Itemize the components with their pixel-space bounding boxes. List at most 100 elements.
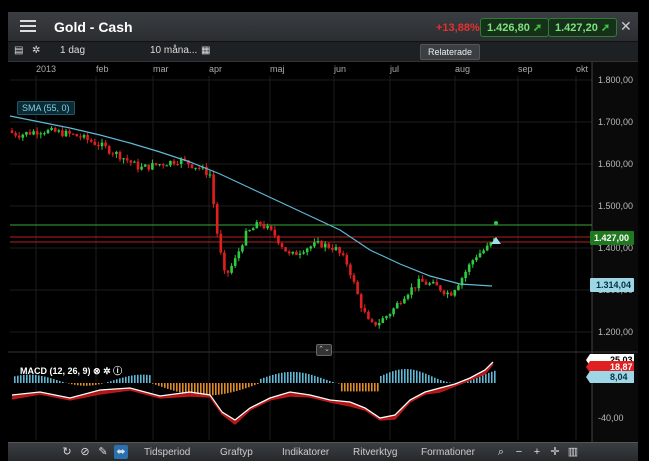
macd-histogram-bar <box>431 376 433 383</box>
macd-histogram-bar <box>383 374 385 383</box>
macd-histogram-bar <box>206 383 208 396</box>
candle-body <box>388 314 392 317</box>
candle-body <box>471 260 475 265</box>
candle-body <box>417 278 421 289</box>
macd-histogram-bar <box>341 383 343 392</box>
macd-histogram-bar <box>419 371 421 383</box>
candle-body <box>287 251 291 254</box>
macd-histogram-bar <box>470 380 472 383</box>
candle-body <box>431 281 435 284</box>
search-icon[interactable]: ⌕ <box>494 445 508 459</box>
macd-histogram-bar <box>83 383 85 386</box>
macd-histogram-bar <box>143 374 145 383</box>
candle-body <box>86 134 89 140</box>
macd-histogram-bar <box>401 369 403 383</box>
candle-body <box>374 321 377 326</box>
pencil-icon[interactable]: ✎ <box>96 445 110 459</box>
bar-chart-icon[interactable]: ▥ <box>566 445 580 459</box>
macd-histogram-bar <box>77 383 79 386</box>
tab-graftyp[interactable]: Graftyp <box>220 447 253 458</box>
info-icon[interactable]: ⓘ <box>113 366 122 376</box>
candle-body <box>35 131 39 135</box>
current-price-label: 1.427,00 <box>594 233 629 243</box>
macd-histogram-bar <box>296 371 298 383</box>
candle-body <box>39 133 43 135</box>
macd-histogram-bar <box>230 383 232 393</box>
macd-histogram-bar <box>41 375 43 383</box>
candle-body <box>424 281 428 285</box>
expand-icon[interactable]: ⌃⌄ <box>316 344 332 356</box>
macd-histogram-bar <box>110 381 112 383</box>
candle-body <box>233 258 237 266</box>
macd-histogram-bar <box>101 383 103 384</box>
macd-histogram-bar <box>140 374 142 383</box>
candle-body <box>320 240 323 248</box>
no-icon[interactable]: ⊘ <box>78 445 92 459</box>
macd-histogram-bar <box>269 375 271 383</box>
macd-histogram-bar <box>212 383 214 396</box>
macd-histogram-bar <box>299 372 301 383</box>
candle-body <box>161 164 165 166</box>
candle-body <box>316 240 320 243</box>
candle-body <box>464 271 467 279</box>
candle-body <box>435 281 439 286</box>
tab-ritverktyg[interactable]: Ritverktyg <box>353 447 397 458</box>
candle-body <box>485 245 489 251</box>
macd-histogram-bar <box>98 383 100 385</box>
macd-histogram-bar <box>329 380 331 383</box>
candle-body <box>107 146 111 154</box>
tab-formationer[interactable]: Formationer <box>421 447 475 458</box>
candle-body <box>251 228 255 231</box>
candle-body <box>151 163 154 170</box>
macd-histogram-bar <box>314 375 316 383</box>
macd-histogram-bar <box>287 371 289 383</box>
macd-histogram-bar <box>281 372 283 383</box>
macd-histogram-bar <box>371 383 373 392</box>
price-chart: 1.800,001.700,001.600,001.500,001.400,00… <box>8 62 638 442</box>
macd-histogram-bar <box>344 383 346 392</box>
gear-icon[interactable]: ✲ <box>103 366 111 376</box>
macd-histogram-bar <box>152 383 154 384</box>
candle-body <box>356 281 359 295</box>
candle-body <box>467 264 471 272</box>
candle-body <box>46 129 50 134</box>
sma-legend[interactable]: SMA (55, 0) <box>17 101 75 115</box>
macd-histogram-bar <box>395 370 397 383</box>
candle-body <box>140 166 143 170</box>
price-axis-label: 1.700,00 <box>598 117 633 127</box>
candle-body <box>392 308 395 315</box>
macd-histogram-bar <box>425 373 427 383</box>
candle-body <box>244 230 248 246</box>
candle-body <box>176 164 179 166</box>
macd-histogram-bar <box>482 375 484 383</box>
macd-histogram-bar <box>353 383 355 392</box>
macd-histogram-bar <box>302 372 304 383</box>
macd-histogram-bar <box>359 383 361 392</box>
macd-histogram-bar <box>134 375 136 383</box>
macd-histogram-bar <box>80 383 82 386</box>
crosshair-icon[interactable]: ✛ <box>548 445 562 459</box>
candle-body <box>421 278 424 282</box>
zoom-in-icon[interactable]: + <box>530 445 544 459</box>
zoom-out-icon[interactable]: − <box>512 445 526 459</box>
macd-histogram-bar <box>437 378 439 383</box>
candle-body <box>215 204 219 234</box>
candle-body <box>295 251 298 255</box>
macd-histogram-bar <box>161 383 163 387</box>
macd-histogram-bar <box>284 372 286 383</box>
macd-histogram-bar <box>323 378 325 383</box>
candle-body <box>377 322 381 326</box>
candle-body <box>359 294 363 309</box>
tab-tidsperiod[interactable]: Tidsperiod <box>144 447 190 458</box>
tab-indikatorer[interactable]: Indikatorer <box>282 447 329 458</box>
candle-body <box>226 270 230 273</box>
macd-histogram-bar <box>224 383 226 394</box>
close-icon[interactable]: ⊗ <box>93 366 101 376</box>
link-icon[interactable]: ⬌ <box>114 445 128 459</box>
candle-body <box>14 132 17 136</box>
candle-body <box>136 161 140 170</box>
macd-legend[interactable]: MACD (12, 26, 9) ⊗ ✲ ⓘ <box>20 364 122 377</box>
macd-histogram-bar <box>263 377 265 383</box>
refresh-icon[interactable]: ↻ <box>60 445 74 459</box>
price-axis-label: 1.600,00 <box>598 159 633 169</box>
